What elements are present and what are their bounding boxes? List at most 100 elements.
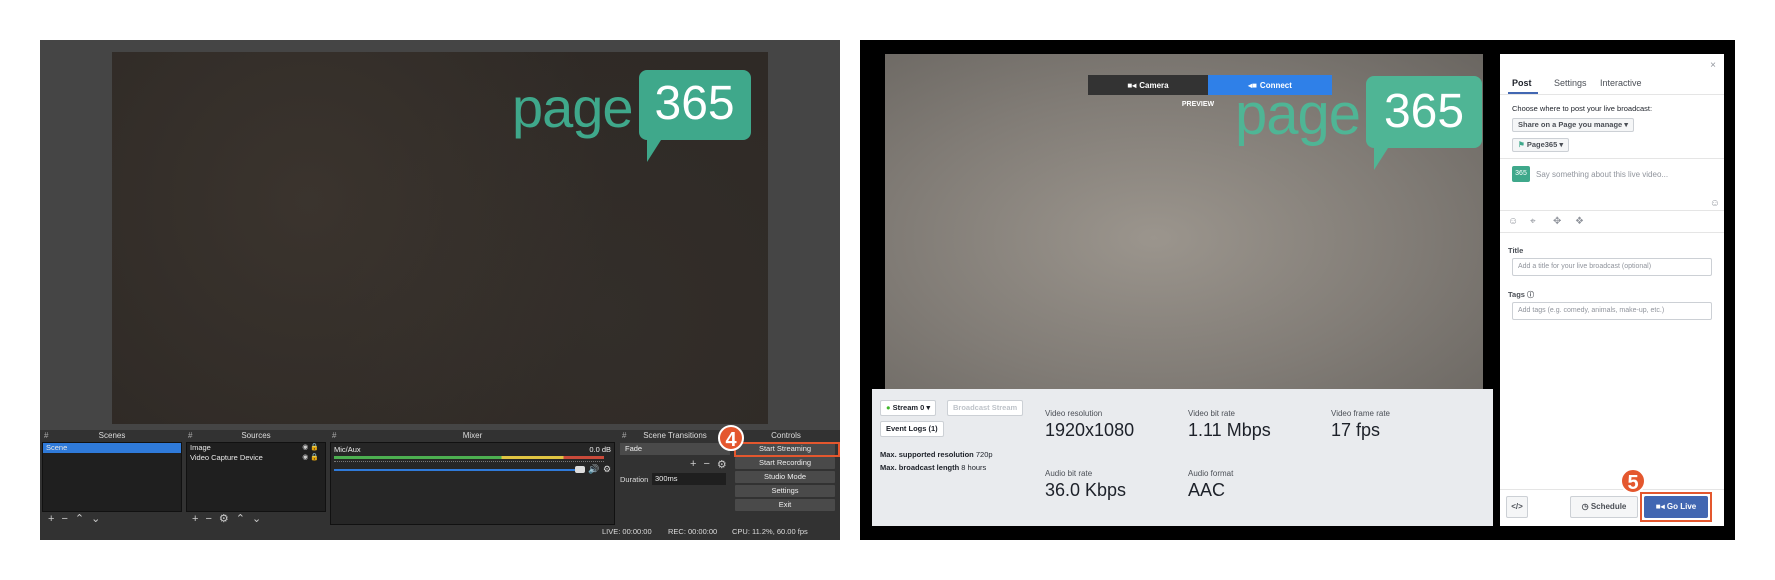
- avatar: 365: [1512, 166, 1530, 182]
- connect-tab-label: Connect: [1259, 80, 1292, 90]
- start-recording-button[interactable]: Start Recording: [735, 457, 835, 469]
- add-icon[interactable]: +: [690, 458, 696, 471]
- visibility-lock-icon[interactable]: ◉ 🔒: [302, 443, 319, 453]
- scene-item[interactable]: Scene: [43, 443, 181, 453]
- gear-icon[interactable]: ⚙: [603, 464, 611, 475]
- exit-button[interactable]: Exit: [735, 499, 835, 511]
- step-marker-5: 5: [1620, 468, 1646, 494]
- gear-icon[interactable]: ⚙: [717, 458, 727, 471]
- camera-tab[interactable]: ■◂ Camera: [1088, 75, 1208, 95]
- sources-list[interactable]: Image ◉ 🔒 Video Capture Device ◉ 🔒: [186, 442, 326, 512]
- source-item[interactable]: Image ◉ 🔒: [187, 443, 325, 453]
- connect-icon: ◂■: [1248, 80, 1257, 90]
- clock-icon: ◷: [1581, 502, 1589, 511]
- rec-timer: REC: 00:00:00: [668, 527, 718, 536]
- scenes-list[interactable]: Scene: [42, 442, 182, 512]
- schedule-label: Schedule: [1590, 502, 1627, 511]
- emoji-icon[interactable]: ☺: [1710, 198, 1720, 209]
- remove-icon[interactable]: −: [703, 458, 709, 471]
- stat-label: Audio bit rate: [1045, 469, 1093, 478]
- visibility-lock-icon[interactable]: ◉ 🔒: [302, 453, 319, 463]
- add-icon[interactable]: +: [192, 513, 198, 525]
- remove-icon[interactable]: −: [205, 513, 211, 525]
- crosshair-icon[interactable]: ✥: [1553, 216, 1561, 227]
- source-label: Image: [190, 443, 211, 452]
- speaker-icon[interactable]: 🔊: [588, 464, 599, 475]
- divider: [1500, 158, 1724, 159]
- title-input[interactable]: Add a title for your live broadcast (opt…: [1512, 258, 1712, 276]
- fb-video-preview[interactable]: page 365 ■◂ Camera ◂■ Connect PREVIEW: [885, 54, 1483, 389]
- feeling-icon[interactable]: ☺: [1508, 216, 1518, 227]
- source-item[interactable]: Video Capture Device ◉ 🔒: [187, 453, 325, 463]
- meter-ticks: [334, 461, 604, 465]
- share-select-label: Share on a Page you manage: [1518, 120, 1623, 129]
- slider-handle[interactable]: [575, 466, 585, 473]
- transition-toolbar: + − ⚙: [690, 458, 727, 471]
- settings-button[interactable]: Settings: [735, 485, 835, 497]
- stat-label: Video frame rate: [1331, 409, 1390, 418]
- gear-icon[interactable]: ⚙: [219, 512, 229, 525]
- info-icon[interactable]: ⓘ: [1527, 292, 1534, 299]
- remove-icon[interactable]: −: [61, 513, 67, 525]
- duration-label: Duration: [620, 475, 649, 484]
- obs-window: page 365 # Scenes Scene + − ⌃ ⌄ # Source…: [40, 40, 840, 540]
- divider: [1500, 210, 1724, 211]
- tab-interactive[interactable]: Interactive: [1600, 78, 1642, 88]
- title-label: Title: [1508, 246, 1524, 255]
- move-down-icon[interactable]: ⌄: [91, 512, 100, 525]
- scenes-dock: # Scenes Scene + − ⌃ ⌄: [42, 430, 182, 525]
- stream-select[interactable]: ● Stream 0 ▾: [880, 400, 937, 416]
- schedule-button[interactable]: ◷ Schedule: [1570, 496, 1638, 518]
- transitions-dock: # Scene Transitions Fade + − ⚙ Duration …: [620, 430, 730, 525]
- logo-word: page: [512, 76, 634, 139]
- max-resolution-value: 720p: [975, 450, 993, 459]
- sources-dock: # Sources Image ◉ 🔒 Video Capture Device…: [186, 430, 326, 525]
- controls-title: Controls: [771, 431, 801, 440]
- volume-slider[interactable]: [334, 469, 578, 471]
- divider: [1500, 232, 1724, 233]
- mixer-level: 0.0 dB: [589, 445, 611, 454]
- camera-tab-label: Camera: [1139, 80, 1169, 90]
- transition-select[interactable]: Fade: [620, 443, 730, 455]
- max-length-value: 8 hours: [961, 463, 987, 472]
- tag-icon[interactable]: ❖: [1575, 216, 1584, 227]
- close-icon[interactable]: ×: [1710, 60, 1716, 71]
- tab-settings[interactable]: Settings: [1554, 78, 1587, 88]
- location-icon[interactable]: ⌖: [1530, 216, 1536, 227]
- page-select-label: Page365: [1526, 140, 1558, 149]
- embed-code-button[interactable]: </>: [1506, 496, 1528, 518]
- stat-label: Video bit rate: [1188, 409, 1235, 418]
- studio-mode-button[interactable]: Studio Mode: [735, 471, 835, 483]
- max-resolution-label: Max. supported resolution: [880, 450, 974, 459]
- move-up-icon[interactable]: ⌃: [236, 512, 245, 525]
- divider: [1500, 94, 1724, 95]
- connect-tab[interactable]: ◂■ Connect: [1208, 75, 1332, 95]
- share-select[interactable]: Share on a Page you manage ▾: [1512, 118, 1635, 132]
- duration-input[interactable]: 300ms: [652, 473, 726, 485]
- logo-bubble: 365: [638, 70, 751, 162]
- move-down-icon[interactable]: ⌄: [252, 512, 261, 525]
- obs-docks: # Scenes Scene + − ⌃ ⌄ # Sources Image ◉…: [40, 425, 840, 540]
- post-composer-panel: × Post Settings Interactive Choose where…: [1500, 54, 1724, 526]
- stat-value: AAC: [1188, 480, 1226, 500]
- broadcast-stream-button[interactable]: Broadcast Stream: [947, 400, 1024, 416]
- move-up-icon[interactable]: ⌃: [75, 512, 84, 525]
- post-text-input[interactable]: Say something about this live video...: [1536, 170, 1668, 179]
- mixer-dock: # Mixer Mic/Aux 0.0 dB 🔊 ⚙: [330, 430, 615, 525]
- event-logs-button[interactable]: Event Logs (1): [880, 421, 944, 437]
- transitions-title: Scene Transitions: [643, 431, 707, 440]
- tab-post[interactable]: Post: [1512, 78, 1532, 88]
- status-dot-icon: ●: [886, 403, 891, 412]
- chevron-down-icon: ▾: [1559, 140, 1564, 149]
- highlight-go-live: [1640, 492, 1712, 522]
- tags-input[interactable]: Add tags (e.g. comedy, animals, make-up,…: [1512, 302, 1712, 320]
- choose-label: Choose where to post your live broadcast…: [1512, 104, 1653, 113]
- page-select[interactable]: ⚑ Page365 ▾: [1512, 138, 1570, 152]
- stream-stats-panel: ● Stream 0 ▾ Broadcast Stream Event Logs…: [872, 389, 1493, 526]
- add-icon[interactable]: +: [48, 513, 54, 525]
- source-toggle: ■◂ Camera ◂■ Connect: [1088, 75, 1332, 95]
- obs-video-preview[interactable]: page 365: [112, 52, 768, 424]
- page365-logo: page 365: [512, 70, 751, 162]
- scenes-title: Scenes: [98, 431, 126, 440]
- max-length: Max. broadcast length 8 hours: [880, 463, 986, 472]
